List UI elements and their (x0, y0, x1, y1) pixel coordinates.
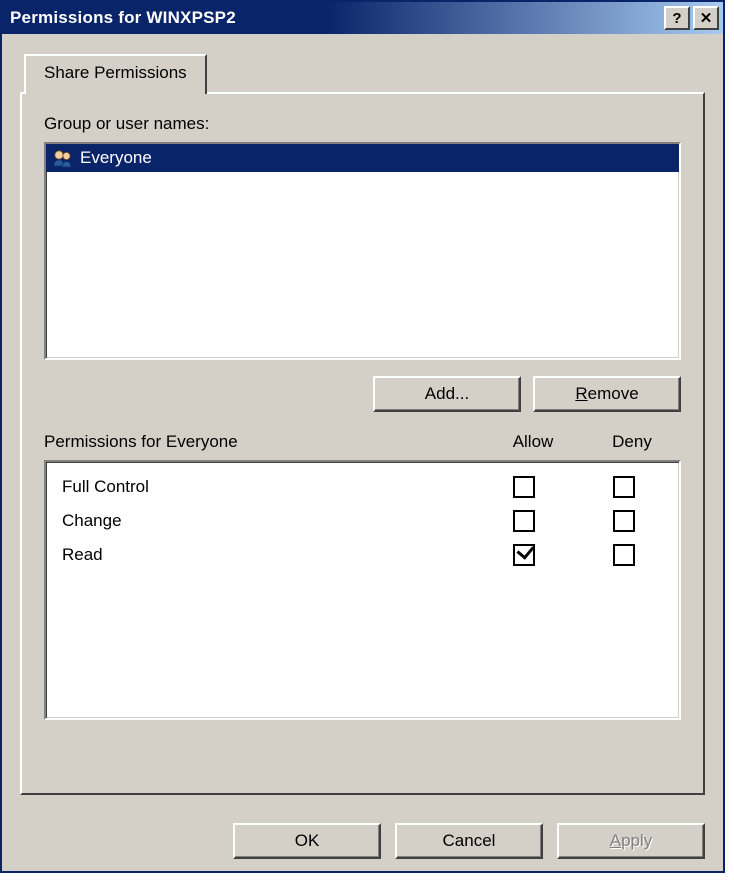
permissions-dialog: Permissions for WINXPSP2 ? ✕ Share Permi… (0, 0, 725, 873)
permission-name: Full Control (56, 477, 469, 497)
apply-button[interactable]: Apply (557, 823, 705, 859)
user-list[interactable]: Everyone (44, 142, 681, 360)
permissions-label: Permissions for Everyone (44, 432, 481, 452)
column-allow: Allow (481, 432, 591, 452)
allow-checkbox-change[interactable] (513, 510, 535, 532)
window-title: Permissions for WINXPSP2 (10, 8, 664, 28)
permissions-header: Permissions for Everyone Allow Deny (44, 432, 681, 452)
allow-checkbox-read[interactable] (513, 544, 535, 566)
list-button-row: Add... Remove (44, 376, 681, 412)
close-button[interactable]: ✕ (693, 6, 719, 30)
deny-checkbox-change[interactable] (613, 510, 635, 532)
deny-checkbox-full-control[interactable] (613, 476, 635, 498)
permission-row: Full Control (56, 470, 669, 504)
permission-name: Change (56, 511, 469, 531)
tab-strip: Share Permissions (20, 54, 705, 94)
add-button[interactable]: Add... (373, 376, 521, 412)
list-item[interactable]: Everyone (46, 144, 679, 172)
titlebar[interactable]: Permissions for WINXPSP2 ? ✕ (2, 2, 723, 34)
deny-checkbox-read[interactable] (613, 544, 635, 566)
tab-panel: Group or user names: Everyone (20, 92, 705, 795)
users-icon (52, 148, 74, 168)
client-area: Share Permissions Group or user names: (2, 34, 723, 809)
permissions-list: Full Control Change Read (44, 460, 681, 720)
tab-label: Share Permissions (44, 63, 187, 82)
help-button[interactable]: ? (664, 6, 690, 30)
permission-row: Read (56, 538, 669, 572)
dialog-button-row: OK Cancel Apply (2, 809, 723, 871)
list-item-label: Everyone (80, 148, 152, 168)
column-deny: Deny (591, 432, 681, 452)
ok-button[interactable]: OK (233, 823, 381, 859)
permission-row: Change (56, 504, 669, 538)
help-icon: ? (672, 10, 681, 27)
remove-button[interactable]: Remove (533, 376, 681, 412)
allow-checkbox-full-control[interactable] (513, 476, 535, 498)
groups-label: Group or user names: (44, 114, 681, 134)
tab-share-permissions[interactable]: Share Permissions (24, 54, 207, 94)
cancel-button[interactable]: Cancel (395, 823, 543, 859)
permission-name: Read (56, 545, 469, 565)
close-icon: ✕ (700, 9, 713, 27)
titlebar-buttons: ? ✕ (664, 6, 719, 30)
